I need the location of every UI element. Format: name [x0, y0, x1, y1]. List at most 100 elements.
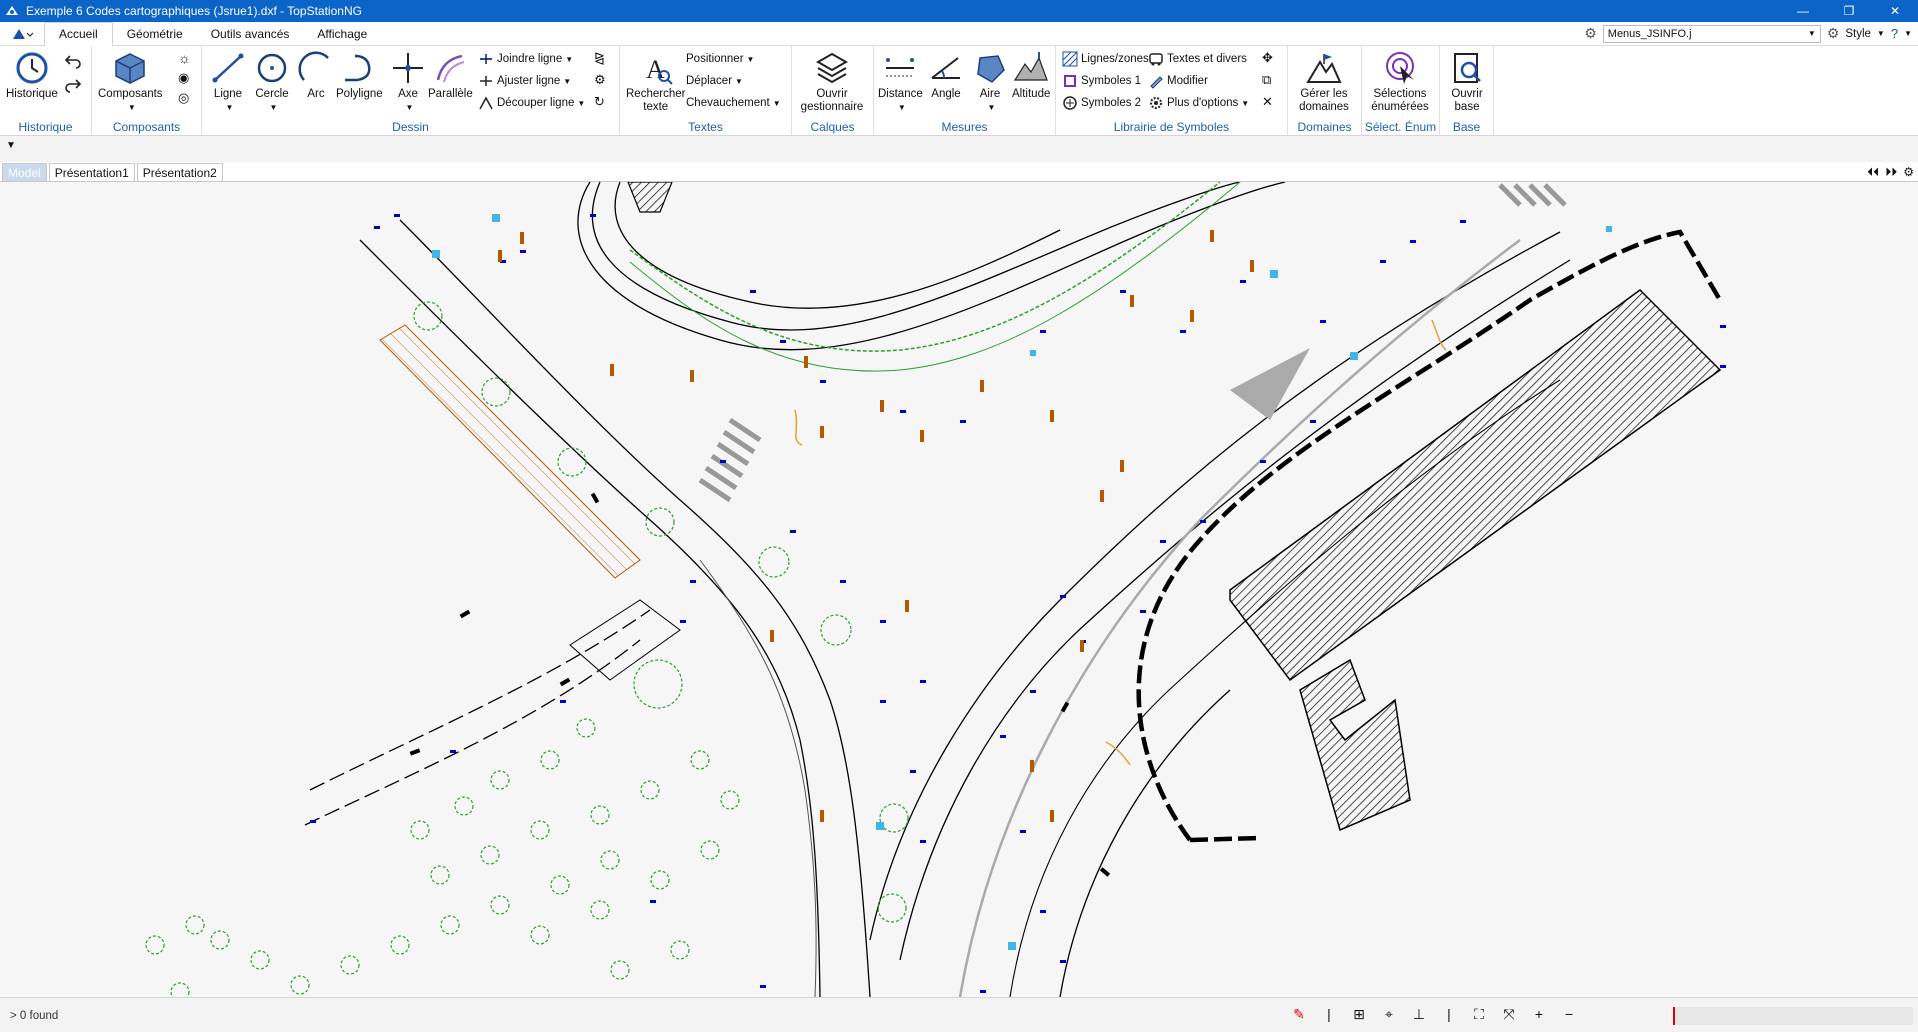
tab-model[interactable]: Model: [2, 163, 47, 181]
zoom-extents-icon[interactable]: ⤧: [1500, 1005, 1518, 1023]
historique-button[interactable]: Historique: [6, 50, 58, 101]
expand-toolbar-icon[interactable]: ▼: [6, 140, 16, 151]
area-icon: [977, 55, 1005, 83]
group-label-domaines: Domaines: [1297, 120, 1352, 134]
lignes-zones-button[interactable]: Lignes/zones: [1062, 50, 1149, 68]
refresh-icon[interactable]: ↻: [594, 94, 605, 110]
document-tabs: Model Présentation1 Présentation2 ⏴⏴ ⏵⏵ …: [0, 162, 1918, 182]
ajuster-ligne-button[interactable]: Ajuster ligne ▼: [478, 72, 571, 90]
tab-presentation2[interactable]: Présentation2: [136, 163, 223, 181]
window-title: Exemple 6 Codes cartographiques (Jsrue1)…: [26, 4, 362, 18]
tab-accueil[interactable]: Accueil: [44, 21, 113, 46]
close-button[interactable]: ✕: [1872, 0, 1918, 22]
symbol-square-icon: [1064, 75, 1076, 87]
axe-button[interactable]: Axe ▼: [390, 50, 426, 114]
positionner-button[interactable]: Positionner ▼: [686, 50, 754, 68]
parallele-button[interactable]: Parallèle: [428, 50, 473, 101]
cercle-button[interactable]: Cercle ▼: [254, 50, 290, 114]
app-menu-icon: [13, 28, 33, 39]
app-logo-icon: [6, 6, 18, 15]
group-base: Ouvrir base Base: [1440, 46, 1494, 136]
mirror-icon[interactable]: ⧎: [594, 50, 605, 66]
group-label-calques: Calques: [810, 120, 855, 134]
hatch-icon: [1062, 51, 1078, 67]
eraser-icon[interactable]: ✎: [1290, 1005, 1308, 1023]
symboles1-button[interactable]: Symboles 1: [1062, 72, 1141, 90]
group-historique: Historique Historique: [0, 46, 92, 136]
status-message: > 0 found: [10, 1010, 59, 1022]
group-label-composants: Composants: [112, 120, 181, 134]
altitude-button[interactable]: Altitude: [1012, 50, 1050, 101]
settings-gear-icon[interactable]: ⚙: [1584, 25, 1597, 42]
tab-geometrie[interactable]: Géométrie: [113, 22, 197, 46]
group-mesures: Distance ▼ Angle Aire ▼ Altitude Mesures: [874, 46, 1056, 136]
drawing-canvas[interactable]: [0, 182, 1918, 997]
redo-icon[interactable]: [64, 76, 82, 94]
aire-button[interactable]: Aire ▼: [972, 50, 1008, 114]
fit-view-icon[interactable]: ⛶: [1470, 1005, 1488, 1023]
composants-button[interactable]: Composants ▼: [98, 50, 163, 114]
zoom-out-icon[interactable]: −: [1560, 1005, 1578, 1023]
chevauchement-button[interactable]: Chevauchement ▼: [686, 94, 781, 112]
snap-line-icon[interactable]: ⊥: [1410, 1005, 1428, 1023]
joindre-ligne-button[interactable]: Joindre ligne ▼: [478, 50, 573, 68]
distance-icon: [886, 58, 915, 77]
plus-options-button[interactable]: Plus d'options ▼: [1148, 94, 1249, 112]
move-icon[interactable]: ✥: [1262, 50, 1273, 66]
tab-presentation1[interactable]: Présentation1: [48, 163, 135, 181]
deplacer-button[interactable]: Déplacer ▼: [686, 72, 743, 90]
undo-icon[interactable]: [64, 52, 82, 70]
ouvrir-gestionnaire-button[interactable]: Ouvrir gestionnaire: [796, 50, 868, 114]
ouvrir-base-button[interactable]: Ouvrir base: [1444, 50, 1490, 114]
group-composants: Composants ▼ ☼ ◉ ◎ Composants: [92, 46, 202, 136]
angle-button[interactable]: Angle: [928, 50, 964, 101]
modifier-button[interactable]: Modifier: [1148, 72, 1208, 90]
arc-button[interactable]: Arc: [298, 50, 334, 101]
bridge-box: [569, 599, 681, 681]
ligne-button[interactable]: Ligne ▼: [210, 50, 246, 114]
eye-hide-icon[interactable]: ◉: [178, 70, 189, 86]
separator-icon: |: [1327, 1006, 1331, 1022]
app-menu-button[interactable]: [0, 23, 44, 45]
scroll-left-icon[interactable]: ⏴⏴: [1867, 165, 1879, 180]
zoom-in-icon[interactable]: +: [1530, 1005, 1548, 1023]
textes-divers-button[interactable]: Textes et divers: [1148, 50, 1247, 68]
maximize-button[interactable]: ❐: [1826, 0, 1872, 22]
title-bar: Exemple 6 Codes cartographiques (Jsrue1)…: [0, 0, 1918, 22]
style-menu[interactable]: Style: [1845, 28, 1871, 40]
tab-outils-avances[interactable]: Outils avancés: [197, 22, 304, 46]
menu-file-value: Menus_JSINFO.j: [1607, 27, 1692, 40]
menu-file-combo[interactable]: Menus_JSINFO.j ▼: [1602, 24, 1821, 43]
snap-point-icon[interactable]: ⌖: [1380, 1005, 1398, 1023]
snap-grid-icon[interactable]: ⊞: [1350, 1005, 1368, 1023]
circle-icon: [257, 53, 287, 83]
selections-enumerees-button[interactable]: Sélections énumérées: [1366, 50, 1434, 114]
gerer-domaines-button[interactable]: Gérer les domaines: [1292, 50, 1356, 114]
decouper-ligne-button[interactable]: Découper ligne ▼: [478, 94, 585, 112]
minimize-button[interactable]: —: [1780, 0, 1826, 22]
copy-icon[interactable]: ⧉: [1262, 72, 1271, 88]
altitude-icon: [1014, 52, 1049, 81]
composants-chevron-icon: ▼: [127, 103, 136, 112]
chevron-down-icon: ▼: [1807, 29, 1816, 38]
target-icon[interactable]: ◎: [178, 90, 189, 106]
scroll-right-icon[interactable]: ⏵⏵: [1885, 165, 1897, 180]
tab-affichage[interactable]: Affichage: [303, 22, 381, 46]
separator2-icon: |: [1447, 1006, 1451, 1022]
view-settings-gear-icon[interactable]: ⚙: [1903, 165, 1914, 179]
trees: [145, 301, 909, 997]
orange-mark: [794, 409, 803, 446]
rechercher-texte-button[interactable]: A Rechercher texte: [626, 50, 685, 114]
help-icon[interactable]: ?: [1891, 26, 1898, 41]
symboles2-button[interactable]: Symboles 2: [1062, 94, 1141, 112]
road-name-labels: [409, 492, 1111, 877]
angle-icon: [931, 57, 960, 79]
distance-button[interactable]: Distance ▼: [878, 50, 923, 114]
sun-icon[interactable]: ☼: [178, 50, 191, 66]
cad-drawing[interactable]: [0, 182, 1918, 997]
progress-bar: [1673, 1007, 1913, 1025]
polyligne-button[interactable]: Polyligne: [336, 50, 383, 101]
delete-icon[interactable]: ✕: [1262, 94, 1273, 110]
building-small: [1299, 658, 1411, 832]
gear-icon[interactable]: ⚙: [594, 72, 606, 88]
